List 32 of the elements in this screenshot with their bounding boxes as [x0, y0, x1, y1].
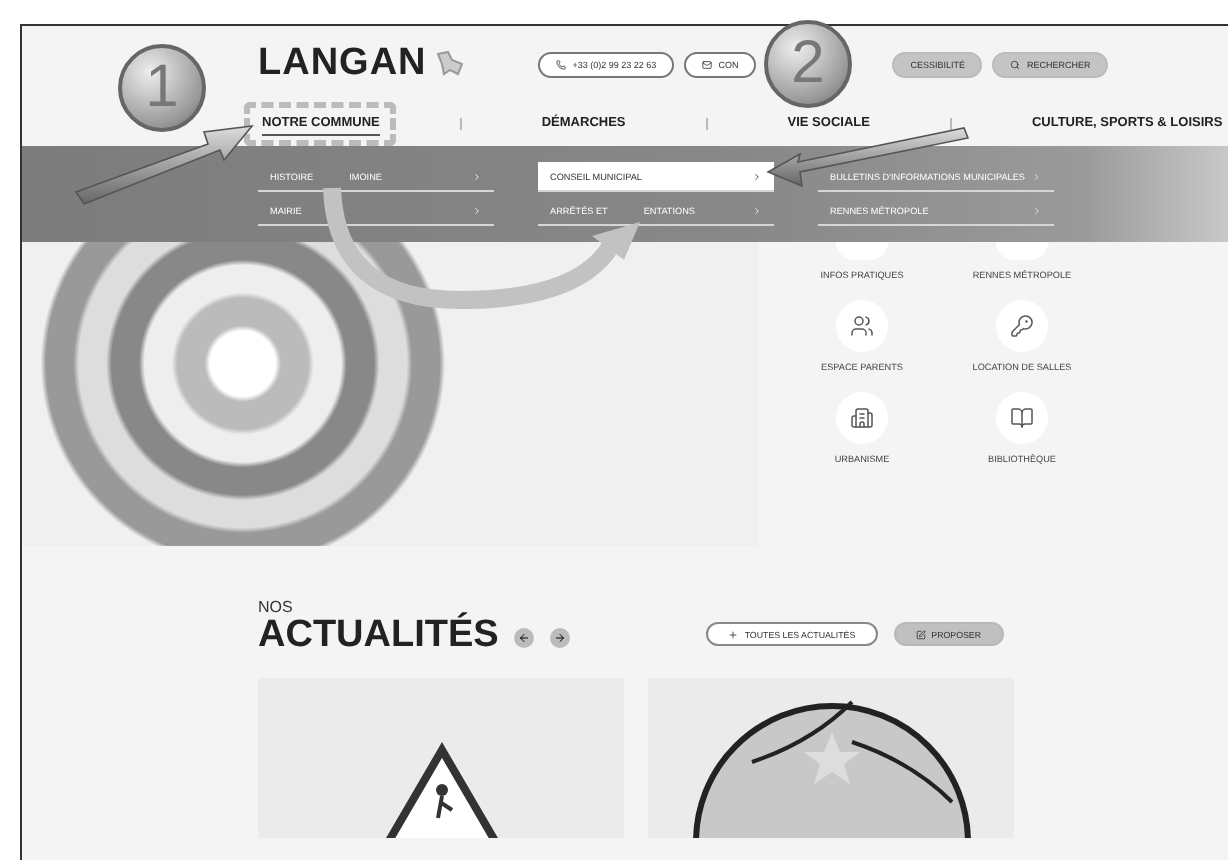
step-number-badge: 1 — [118, 44, 206, 132]
chevron-icon — [752, 205, 762, 215]
people-icon — [850, 314, 874, 338]
next-button[interactable] — [550, 628, 571, 648]
plus-icon — [728, 629, 739, 639]
phone-icon — [556, 59, 567, 69]
news-card[interactable] — [258, 678, 624, 838]
icon-circle[interactable] — [996, 300, 1048, 352]
icon-circle[interactable] — [996, 392, 1048, 444]
step-number-badge: 2 — [764, 20, 852, 108]
book-icon — [1010, 406, 1034, 430]
key-icon — [1010, 314, 1034, 338]
arrow-left-icon — [518, 632, 531, 644]
icon-circle[interactable] — [836, 300, 888, 352]
arrow-right-icon — [554, 632, 567, 644]
chevron-icon — [1032, 205, 1042, 215]
map-outline-icon — [434, 50, 467, 78]
chevron-icon — [752, 171, 762, 181]
building-icon — [850, 406, 874, 430]
chevron-icon — [472, 171, 482, 181]
icon-circle[interactable] — [836, 392, 888, 444]
site-logo[interactable]: LANGAN — [258, 42, 427, 86]
chevron-icon — [1032, 171, 1042, 181]
edit-icon — [915, 629, 926, 639]
section-title: ACTUALITÉS — [258, 616, 499, 654]
chevron-icon — [472, 205, 482, 215]
mail-icon — [702, 59, 713, 69]
previous-button[interactable] — [514, 628, 535, 648]
news-card[interactable] — [648, 678, 1014, 838]
search-icon — [1010, 59, 1021, 69]
section-kicker: NOS — [258, 598, 293, 616]
roadwork-sign-drawing — [381, 742, 501, 838]
